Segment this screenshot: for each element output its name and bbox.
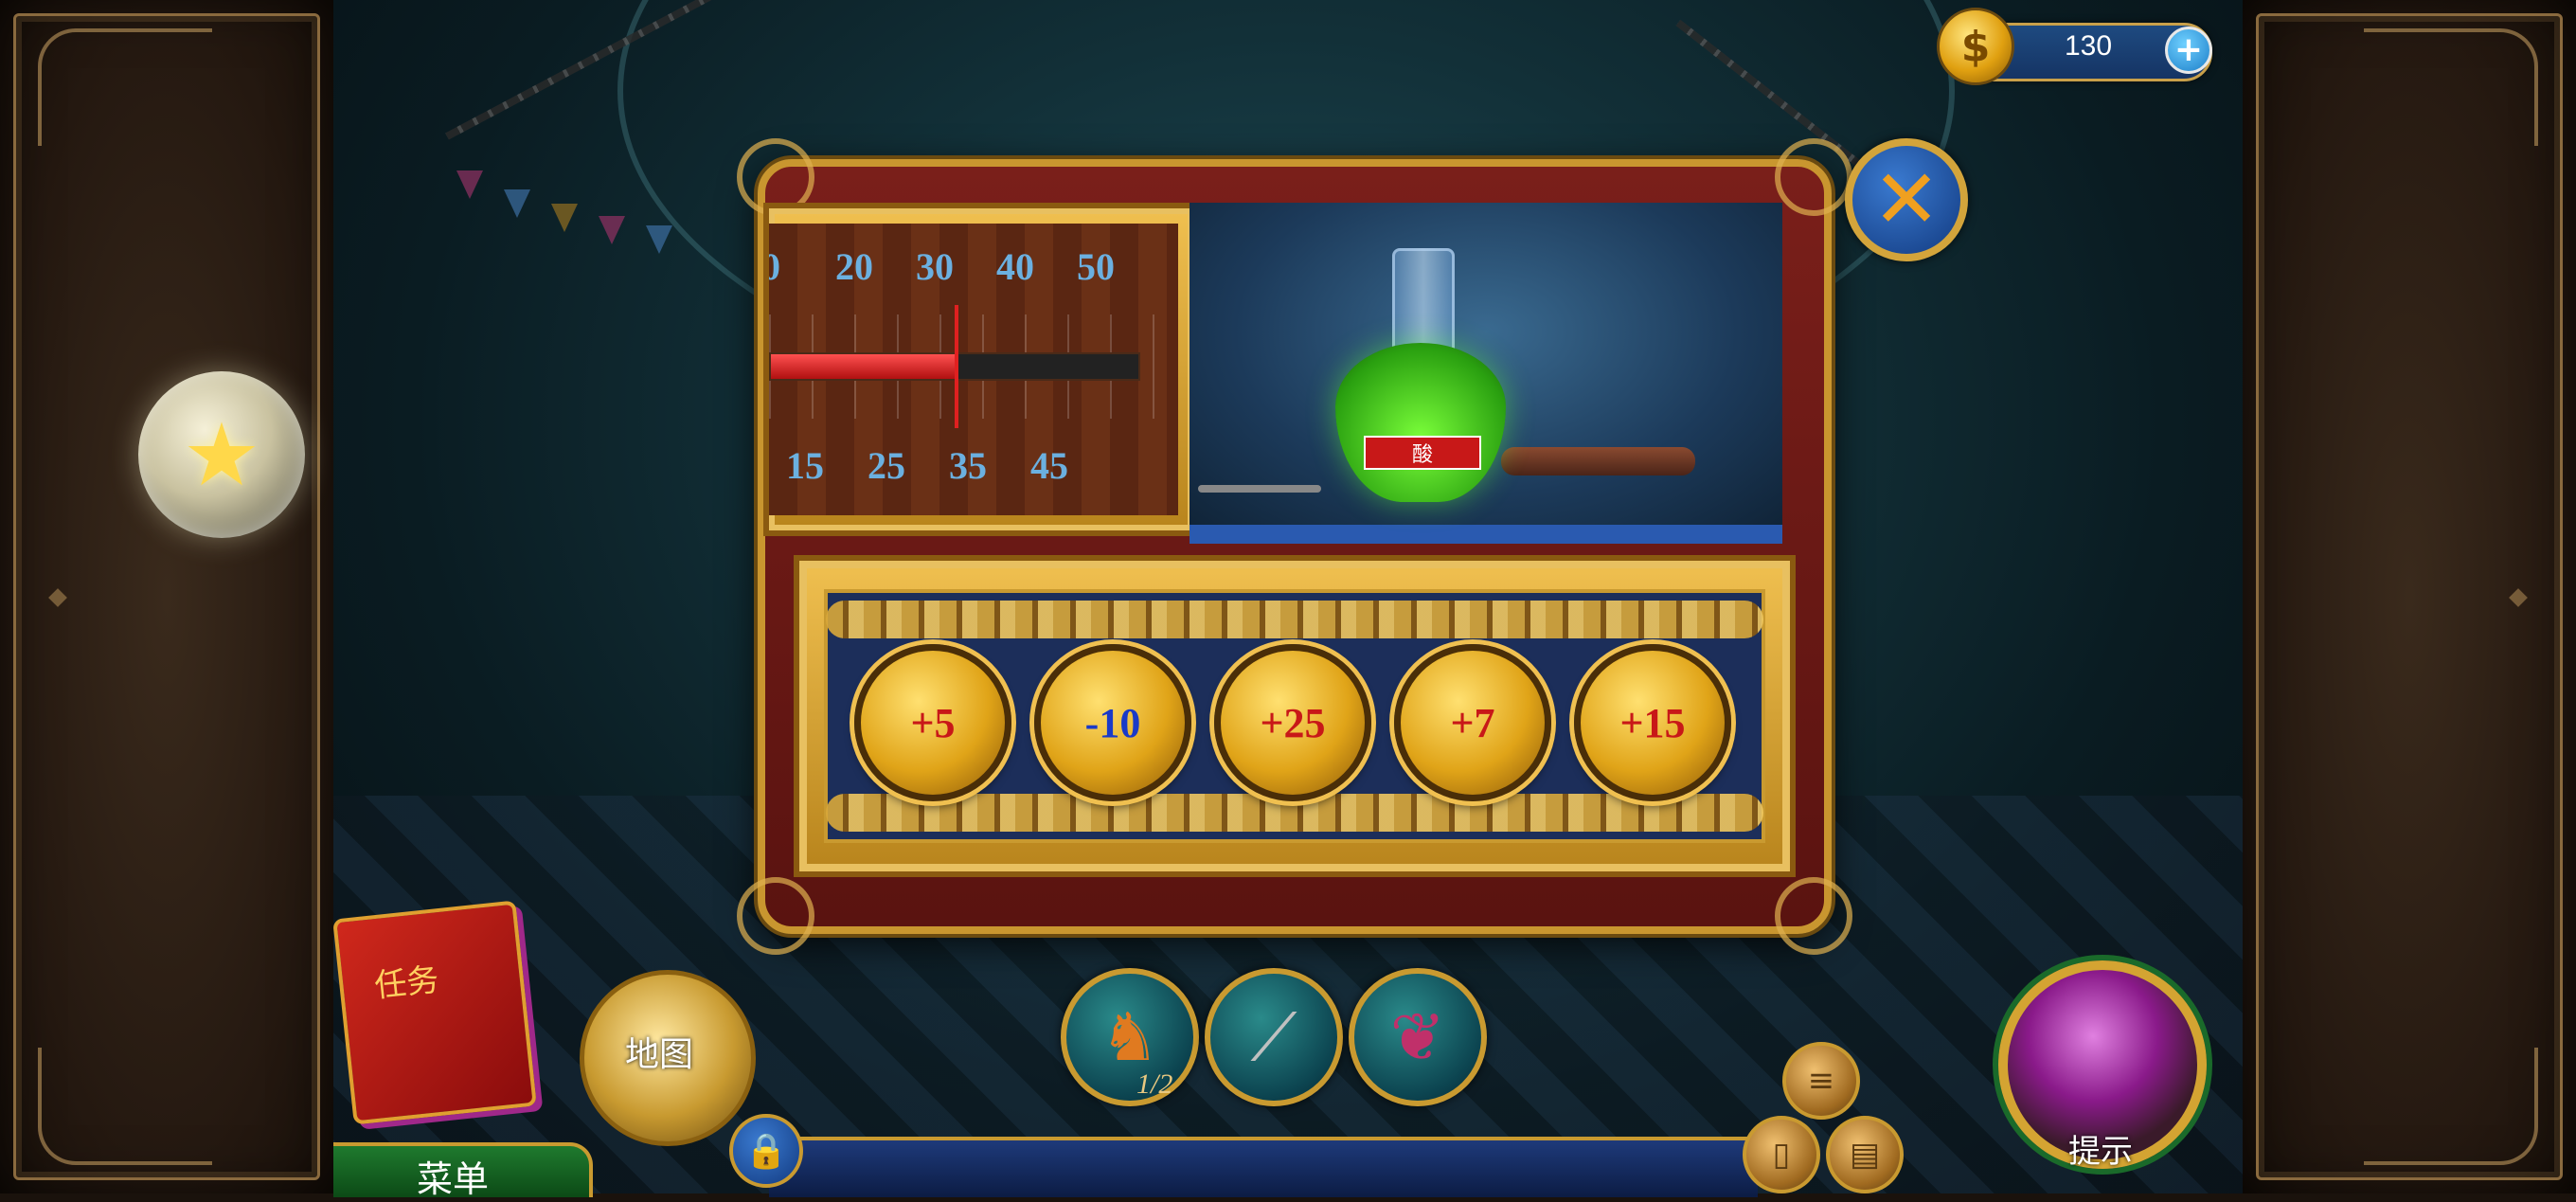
gauge-bottom-label: 45 [1030,444,1068,487]
collectible-paper-button[interactable]: ▤ [1826,1116,1904,1193]
gauge-scale: 0 20 30 40 50 15 25 35 45 [769,224,1178,515]
close-button[interactable]: ✕ [1845,138,1968,261]
gauge-top-label: 0 [769,245,780,288]
left-frame-flourish-top [38,28,212,146]
adjust-button[interactable]: +7 [1394,644,1551,801]
card-icon: ▯ [1772,1136,1791,1174]
gauge-fill [771,354,957,379]
add-coins-button[interactable]: + [2165,27,2212,74]
bunting-flag [504,189,530,218]
gauge-target-needle [955,305,958,428]
bunting-flag [456,170,483,199]
panel-corner-ornament [1775,877,1852,955]
temperature-gauge: 0 20 30 40 50 15 25 35 45 [763,203,1199,536]
close-icon: ✕ [1871,152,1941,247]
bunting-flag [551,204,578,232]
collectible-scroll-button[interactable]: ≡ [1782,1042,1860,1120]
inventory-bar [769,1137,1758,1197]
unicorn-figurine-icon: ♞ [1100,998,1160,1076]
inventory-slot[interactable]: ⟋ [1205,968,1343,1106]
right-frame-flourish-top [2364,28,2538,146]
shelf-rod [1198,485,1321,493]
paper-icon: ▤ [1849,1136,1881,1174]
cloth-icon: ❦ [1389,998,1446,1076]
map-label: 地图 [625,1035,694,1074]
star-icon: ★ [182,404,261,506]
gauge-top-label: 50 [1077,245,1115,288]
left-frame [0,0,333,1193]
gold-ornament-top [826,601,1763,638]
inventory-item-count: 1/2 [1136,1068,1173,1100]
gauge-top-label: 40 [996,245,1034,288]
flask-neck [1392,248,1455,358]
right-frame [2243,0,2576,1193]
rake-icon: ⟋ [1250,997,1297,1076]
gauge-bottom-label: 15 [786,444,824,487]
coin-icon: $ [1937,8,2014,85]
achievement-star-button[interactable]: ★ [138,371,305,538]
inventory-lock-button[interactable]: 🔒 [729,1114,803,1188]
lock-icon: 🔒 [744,1132,788,1171]
right-frame-flourish-bottom [2364,1048,2538,1165]
gauge-top-label: 20 [835,245,873,288]
gauge-bottom-label: 35 [949,444,987,487]
bunting-flag [646,225,672,254]
adjust-button[interactable]: +15 [1574,644,1731,801]
adjust-button[interactable]: +25 [1214,644,1371,801]
acid-flask: 酸 [1335,248,1506,502]
inventory-slot[interactable]: ♞ [1061,968,1199,1106]
gauge-top-label: 30 [916,245,954,288]
scroll-icon: ≡ [1807,1062,1835,1100]
collectible-card-button[interactable]: ▯ [1743,1116,1820,1193]
adjust-button[interactable]: +5 [854,644,1011,801]
shelf-pipe [1501,447,1695,475]
flask-body [1335,343,1506,502]
flask-label: 酸 [1364,436,1481,470]
gauge-bottom-label: 25 [868,444,905,487]
coin-amount: 130 [2064,30,2113,62]
inventory-slot[interactable]: ❦ [1349,968,1487,1106]
left-frame-flourish-bottom [38,1048,212,1165]
bunting-flag [599,216,625,244]
menu-label: 菜单 [417,1158,490,1200]
hint-label: 提示 [2068,1133,2133,1171]
task-label: 任务 [372,960,441,1006]
adjust-button[interactable]: -10 [1034,644,1191,801]
panel-corner-ornament [737,877,814,955]
panel-corner-ornament [1775,138,1852,216]
task-journal-button[interactable] [332,900,537,1125]
